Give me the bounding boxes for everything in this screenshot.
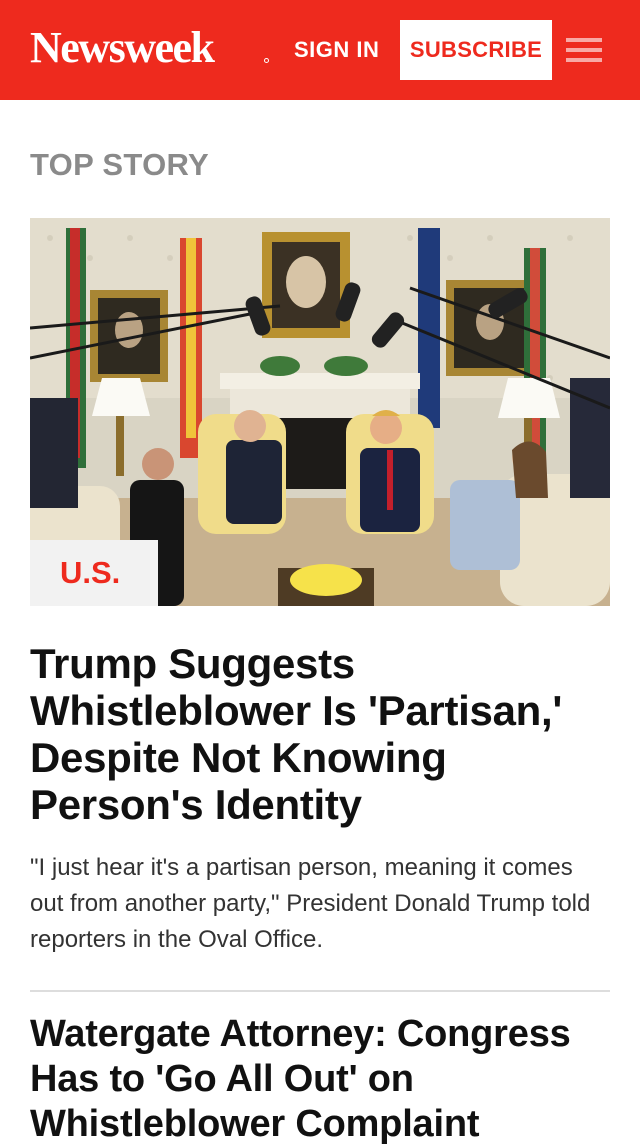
top-story-headline[interactable]: Trump Suggests Whistleblower Is 'Partisa…: [30, 640, 610, 828]
category-badge-us[interactable]: U.S.: [30, 540, 158, 606]
hamburger-menu-icon[interactable]: [566, 37, 602, 63]
registered-mark-icon: [264, 58, 269, 63]
next-story-headline[interactable]: Watergate Attorney: Congress Has to 'Go …: [30, 1012, 610, 1147]
top-story-summary: "I just hear it's a partisan person, mea…: [30, 854, 591, 953]
story-divider: [30, 990, 610, 992]
menu-bar: [566, 38, 602, 42]
section-label-top-story: TOP STORY: [30, 147, 209, 182]
menu-bar: [566, 48, 602, 52]
site-header: Newsweek SIGN IN SUBSCRIBE: [0, 0, 640, 100]
sign-in-link[interactable]: SIGN IN: [294, 34, 379, 66]
menu-bar: [566, 58, 602, 62]
subscribe-button[interactable]: SUBSCRIBE: [400, 20, 552, 80]
newsweek-logo[interactable]: Newsweek: [30, 24, 215, 72]
